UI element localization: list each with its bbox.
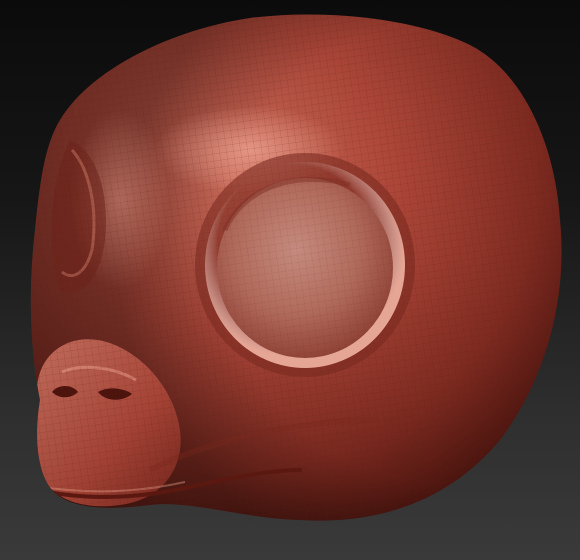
eye-socket bbox=[195, 153, 415, 377]
sculpt-render bbox=[30, 14, 562, 521]
sculpt-viewport[interactable] bbox=[0, 0, 580, 560]
